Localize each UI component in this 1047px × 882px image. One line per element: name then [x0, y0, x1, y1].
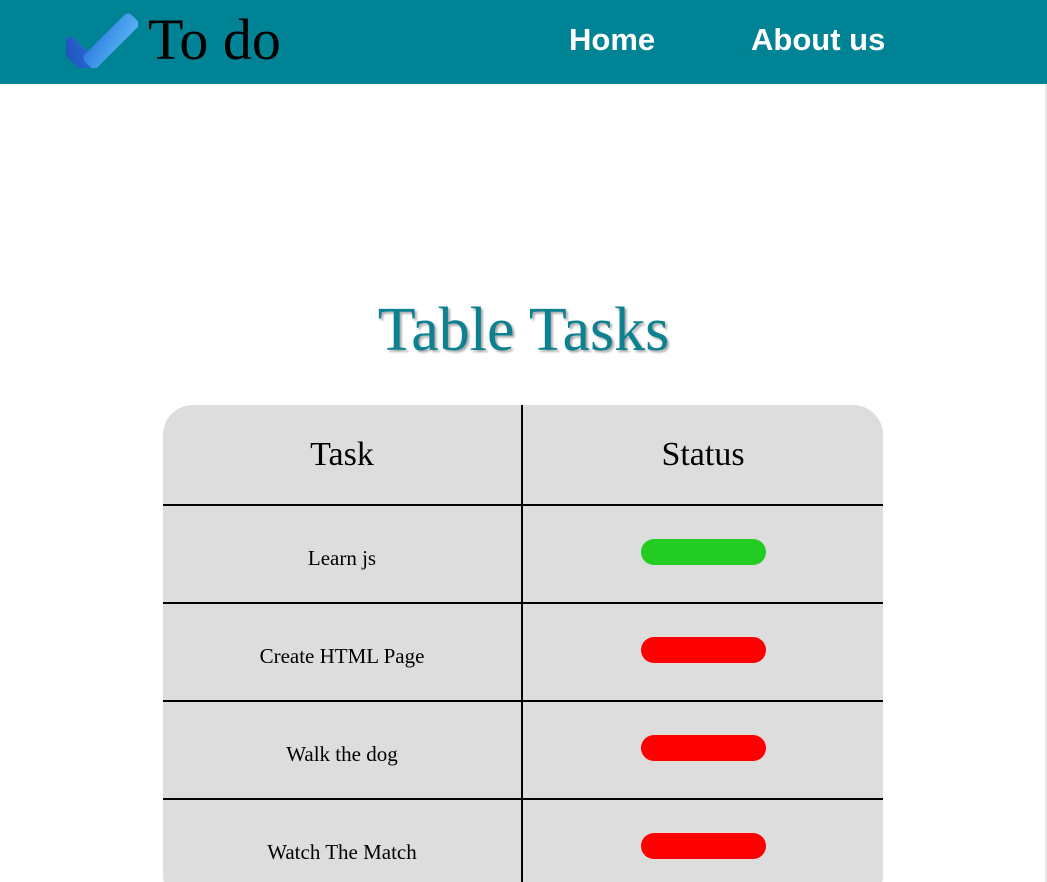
nav-link-about-us[interactable]: About us	[751, 20, 885, 60]
column-header-status: Status	[661, 436, 745, 473]
row-divider	[163, 504, 883, 506]
task-cell: Walk the dog	[286, 741, 398, 766]
row-divider	[163, 798, 883, 800]
brand-title[interactable]: To do	[148, 4, 281, 76]
row-divider	[163, 700, 883, 702]
page-title: Table Tasks	[377, 296, 670, 364]
checkmark-icon	[66, 13, 138, 68]
nav-link-home[interactable]: Home	[569, 20, 655, 60]
status-indicator[interactable]	[641, 637, 766, 663]
tasks-table: Task Status Learn js Create HTML Page Wa…	[163, 405, 883, 882]
header-bar: To do Home About us	[0, 0, 1047, 84]
task-cell: Create HTML Page	[259, 643, 425, 668]
status-indicator[interactable]	[641, 539, 766, 565]
task-cell: Watch The Match	[267, 839, 417, 864]
column-divider	[521, 405, 523, 882]
status-indicator[interactable]	[641, 833, 766, 859]
status-indicator[interactable]	[641, 735, 766, 761]
column-header-task: Task	[310, 436, 374, 473]
row-divider	[163, 602, 883, 604]
task-cell: Learn js	[307, 545, 377, 570]
